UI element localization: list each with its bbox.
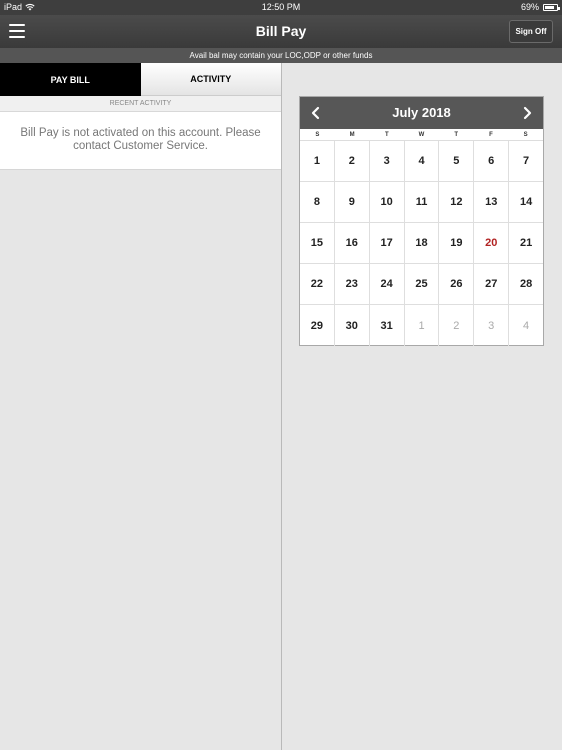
- calendar-day[interactable]: 27: [474, 264, 510, 304]
- calendar-day[interactable]: 15: [300, 223, 335, 263]
- calendar-day[interactable]: 17: [370, 223, 405, 263]
- sign-off-button[interactable]: Sign Off: [509, 20, 553, 43]
- calendar-week-row: 29 30 31 1 2 3 4: [300, 305, 543, 346]
- weekday-label: M: [349, 132, 355, 138]
- calendar-day[interactable]: 19: [439, 223, 475, 263]
- battery-percent: 69%: [520, 2, 539, 12]
- weekday-label: S: [523, 132, 528, 138]
- calendar-day[interactable]: 8: [300, 182, 335, 222]
- calendar-day-next-month[interactable]: 1: [405, 305, 440, 346]
- status-bar: iPad 12:50 PM 69%: [0, 0, 562, 15]
- not-activated-message: Bill Pay is not activated on this accoun…: [0, 112, 281, 170]
- calendar-day[interactable]: 28: [509, 264, 543, 304]
- tab-pay-bill[interactable]: PAY BILL: [0, 63, 141, 96]
- nav-bar: Bill Pay Sign Off: [0, 15, 562, 48]
- calendar-day[interactable]: 31: [370, 305, 405, 346]
- tab-activity[interactable]: ACTIVITY: [140, 63, 281, 96]
- calendar-day[interactable]: 12: [439, 182, 475, 222]
- calendar-day[interactable]: 3: [370, 141, 405, 181]
- calendar-day[interactable]: 23: [335, 264, 370, 304]
- recent-activity-header: RECENT ACTIVITY: [0, 96, 281, 112]
- calendar-week-row: 8 9 10 11 12 13 14: [300, 182, 543, 223]
- calendar-day[interactable]: 6: [474, 141, 510, 181]
- weekday-label: T: [454, 132, 459, 138]
- calendar-day[interactable]: 10: [370, 182, 405, 222]
- calendar-day-today[interactable]: 20: [474, 223, 510, 263]
- battery-fill: [545, 5, 554, 9]
- calendar-day-next-month[interactable]: 4: [509, 305, 543, 346]
- calendar-week-row: 15 16 17 18 19 20 21: [300, 223, 543, 264]
- calendar: July 2018 SMTWTFS 1 2 3 4 5 6 7 8 9 10 11 12 13 14 15 1…: [299, 96, 544, 346]
- tab-bar: PAY BILL ACTIVITY: [0, 63, 281, 96]
- weekday-header-row: SMTWTFS: [300, 129, 543, 141]
- weekday-label: S: [315, 132, 320, 138]
- calendar-day[interactable]: 18: [405, 223, 440, 263]
- calendar-day[interactable]: 21: [509, 223, 543, 263]
- calendar-day[interactable]: 11: [405, 182, 440, 222]
- calendar-day[interactable]: 29: [300, 305, 335, 346]
- calendar-day[interactable]: 9: [335, 182, 370, 222]
- battery-icon: [543, 3, 560, 11]
- calendar-day[interactable]: 22: [300, 264, 335, 304]
- status-time: 12:50 PM: [261, 2, 301, 12]
- calendar-grid: 1 2 3 4 5 6 7 8 9 10 11 12 13 14 15 16 17 18 19 20 21 22 23 24 2…: [300, 141, 543, 346]
- status-right: 69%: [520, 2, 560, 12]
- bill-pay-panel: PAY BILL ACTIVITY RECENT ACTIVITY Bill P…: [0, 63, 281, 750]
- calendar-day[interactable]: 26: [439, 264, 475, 304]
- calendar-day[interactable]: 13: [474, 182, 510, 222]
- weekday-label: F: [489, 132, 493, 138]
- calendar-day[interactable]: 4: [405, 141, 440, 181]
- calendar-day[interactable]: 7: [509, 141, 543, 181]
- calendar-day[interactable]: 16: [335, 223, 370, 263]
- chevron-right-icon[interactable]: [518, 104, 536, 122]
- calendar-day[interactable]: 25: [405, 264, 440, 304]
- calendar-day[interactable]: 2: [335, 141, 370, 181]
- calendar-month-title: July 2018: [392, 105, 451, 120]
- calendar-day[interactable]: 1: [300, 141, 335, 181]
- page-title: Bill Pay: [255, 23, 307, 39]
- calendar-day[interactable]: 14: [509, 182, 543, 222]
- calendar-day-next-month[interactable]: 2: [439, 305, 475, 346]
- calendar-day-next-month[interactable]: 3: [474, 305, 510, 346]
- calendar-week-row: 22 23 24 25 26 27 28: [300, 264, 543, 305]
- weekday-label: T: [384, 132, 389, 138]
- calendar-header: July 2018: [300, 97, 543, 129]
- balance-notice: Avail bal may contain your LOC,ODP or ot…: [0, 48, 562, 63]
- calendar-day[interactable]: 24: [370, 264, 405, 304]
- panel-divider: [281, 63, 282, 750]
- calendar-day[interactable]: 5: [439, 141, 475, 181]
- weekday-label: W: [418, 132, 425, 138]
- calendar-week-row: 1234567: [300, 141, 543, 182]
- calendar-day[interactable]: 30: [335, 305, 370, 346]
